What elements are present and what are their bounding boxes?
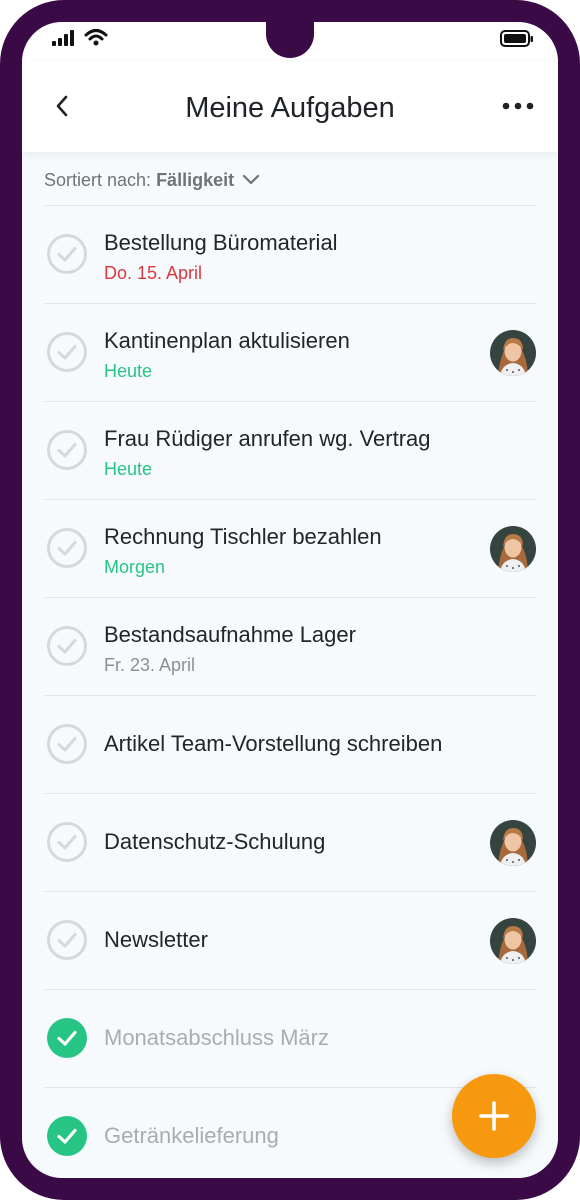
task-title: Newsletter xyxy=(104,927,208,952)
task-due-date: Heute xyxy=(104,361,153,381)
unchecked-circle-icon[interactable] xyxy=(47,528,87,568)
sort-selector[interactable]: Sortiert nach: Fälligkeit xyxy=(44,167,260,193)
assignee-avatar[interactable] xyxy=(490,918,536,964)
task-title: Monatsabschluss März xyxy=(104,1025,329,1050)
back-button[interactable] xyxy=(46,90,78,122)
page-title: Meine Aufgaben xyxy=(185,92,395,124)
assignee-avatar[interactable] xyxy=(490,526,536,572)
checked-circle-icon[interactable] xyxy=(47,1116,87,1156)
task-title: Bestandsaufnahme Lager xyxy=(104,622,356,647)
unchecked-circle-icon[interactable] xyxy=(47,626,87,666)
checked-circle-icon[interactable] xyxy=(47,1018,87,1058)
unchecked-circle-icon[interactable] xyxy=(47,724,87,764)
assignee-avatar[interactable] xyxy=(490,820,536,866)
task-title: Kantinenplan aktulisieren xyxy=(104,328,350,353)
task-title: Rechnung Tischler bezahlen xyxy=(104,524,382,549)
app-header: Meine Aufgaben xyxy=(22,62,558,152)
unchecked-circle-icon[interactable] xyxy=(47,822,87,862)
task-title: Frau Rüdiger anrufen wg. Vertrag xyxy=(104,426,431,451)
task-row[interactable]: Rechnung Tischler bezahlen Morgen xyxy=(44,500,536,598)
task-due-date: Morgen xyxy=(104,557,166,577)
unchecked-circle-icon[interactable] xyxy=(47,920,87,960)
task-row[interactable]: Datenschutz-Schulung xyxy=(44,794,536,892)
wifi-icon xyxy=(84,29,108,46)
unchecked-circle-icon[interactable] xyxy=(47,234,87,274)
task-due-date: Heute xyxy=(104,459,153,479)
task-due-date: Fr. 23. April xyxy=(104,655,196,675)
camera-notch xyxy=(266,22,314,58)
task-list: Bestellung Büromaterial Do. 15. April Kant… xyxy=(44,205,536,1178)
sort-label: Sortiert nach: xyxy=(44,169,152,190)
chevron-left-icon xyxy=(56,95,68,117)
plus-icon xyxy=(479,1101,509,1131)
task-title: Datenschutz-Schulung xyxy=(104,829,326,854)
unchecked-circle-icon[interactable] xyxy=(47,430,87,470)
app-screen: Meine Aufgaben Sortiert nach: Fälligkeit… xyxy=(22,22,558,1178)
status-bar xyxy=(22,22,558,62)
task-row[interactable]: Frau Rüdiger anrufen wg. Vertrag Heute xyxy=(44,402,536,500)
task-title: Getränkelieferung xyxy=(104,1123,279,1148)
task-row[interactable]: Bestandsaufnahme Lager Fr. 23. April xyxy=(44,598,536,696)
add-task-button[interactable] xyxy=(452,1074,536,1158)
task-row[interactable]: Newsletter xyxy=(44,892,536,990)
phone-frame: Meine Aufgaben Sortiert nach: Fälligkeit… xyxy=(0,0,580,1200)
task-row[interactable]: Artikel Team-Vorstellung schreiben xyxy=(44,696,536,794)
chevron-down-icon xyxy=(242,174,260,186)
task-title: Artikel Team-Vorstellung schreiben xyxy=(104,731,443,756)
more-options-button[interactable] xyxy=(500,90,536,122)
unchecked-circle-icon[interactable] xyxy=(47,332,87,372)
more-horizontal-icon xyxy=(502,102,534,110)
task-row[interactable]: Monatsabschluss März xyxy=(44,990,536,1088)
assignee-avatar[interactable] xyxy=(490,330,536,376)
task-row[interactable]: Bestellung Büromaterial Do. 15. April xyxy=(44,206,536,304)
sort-value: Fälligkeit xyxy=(156,169,235,190)
task-title: Bestellung Büromaterial xyxy=(104,230,338,255)
task-due-date: Do. 15. April xyxy=(104,263,203,283)
cellular-signal-icon xyxy=(52,30,74,46)
battery-icon xyxy=(500,30,533,47)
task-row[interactable]: Kantinenplan aktulisieren Heute xyxy=(44,304,536,402)
